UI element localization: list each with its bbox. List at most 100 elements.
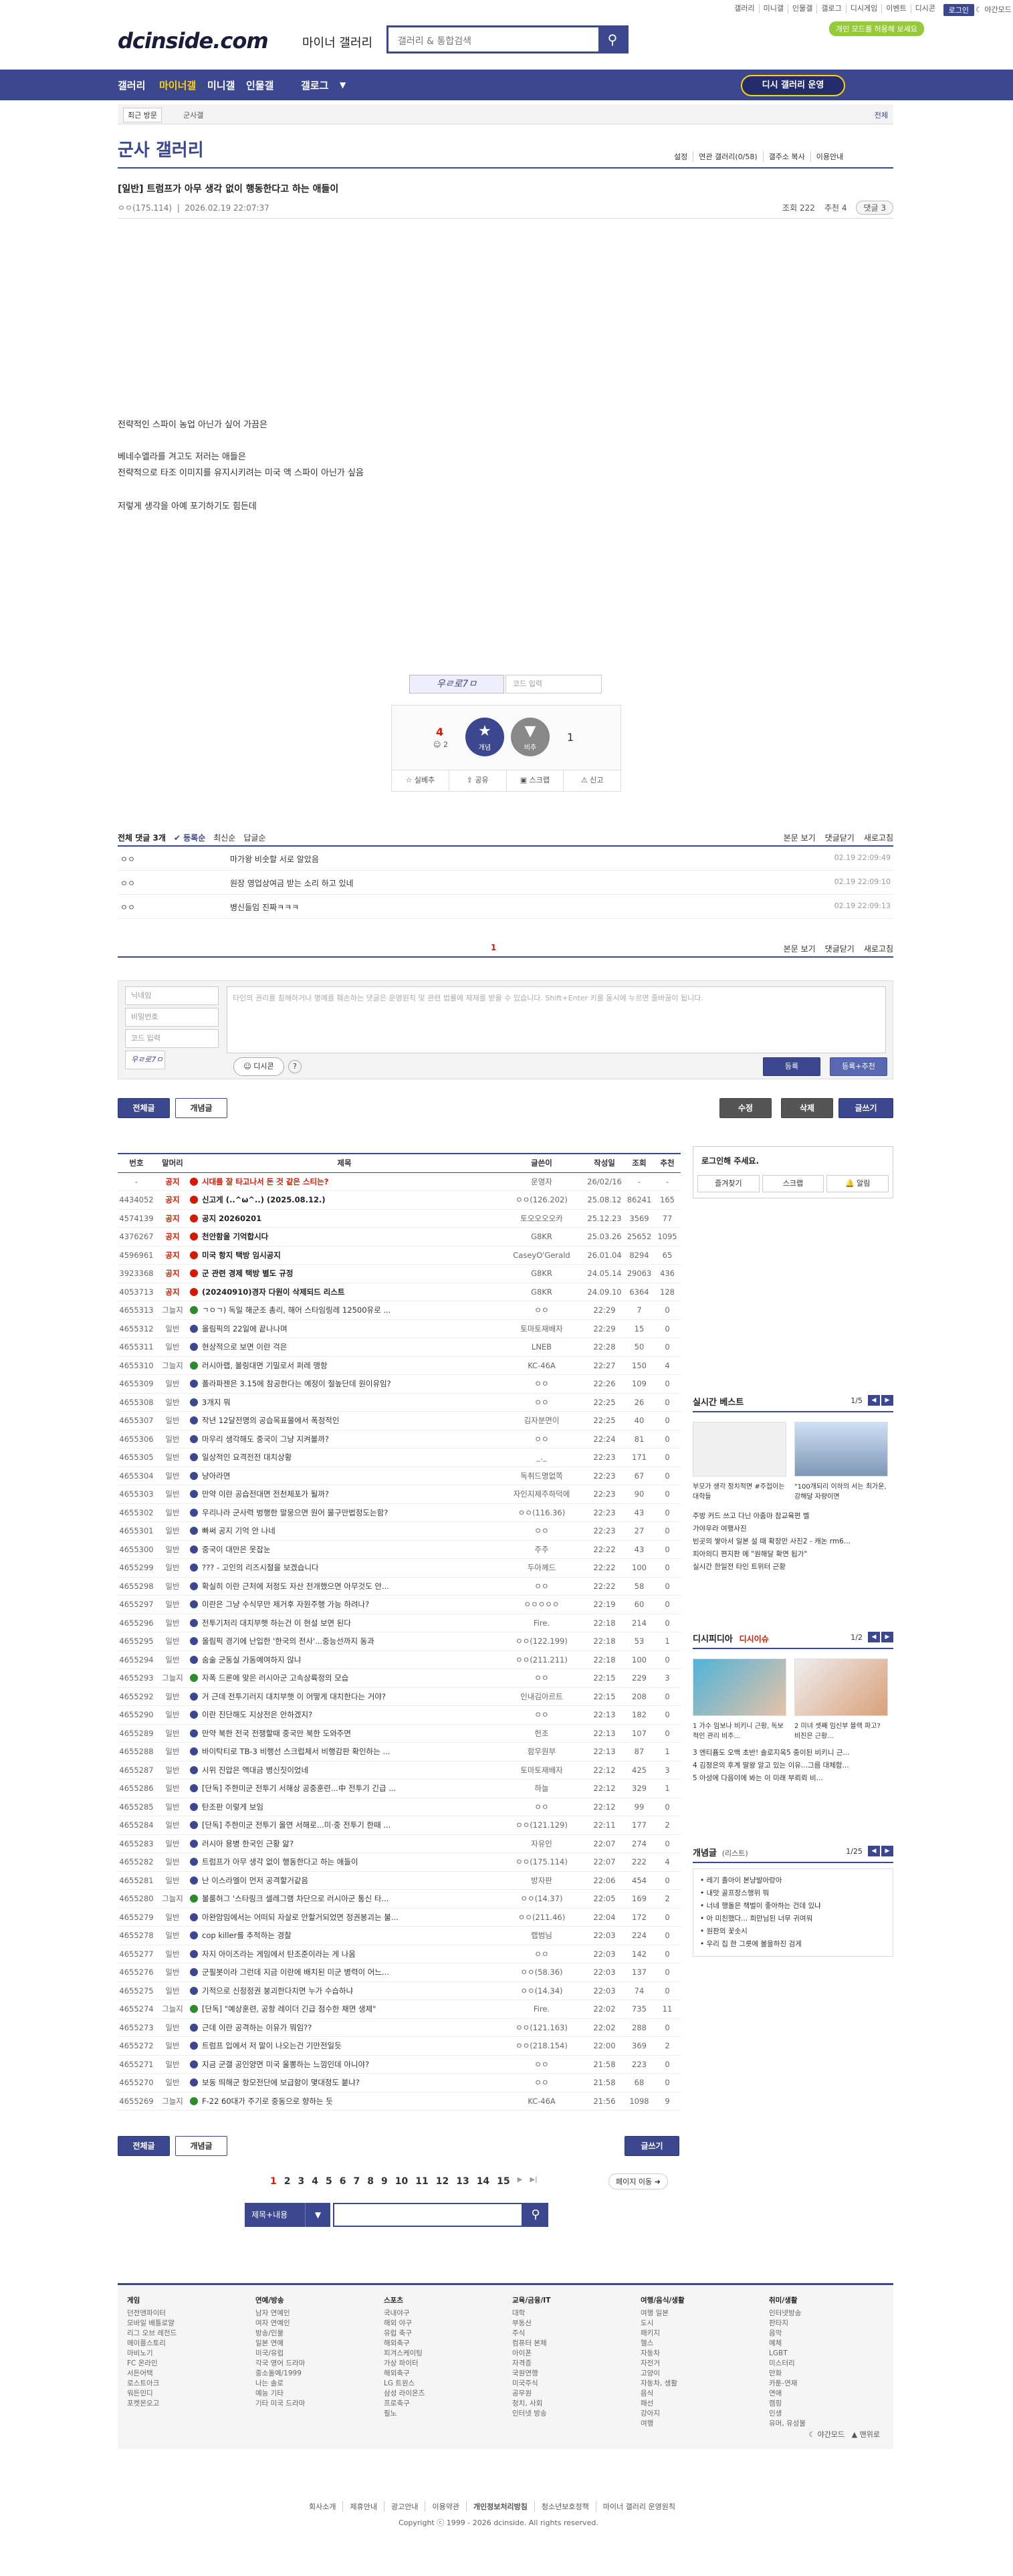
- favorites-button[interactable]: 즐겨찾기: [697, 1175, 760, 1192]
- post-title-cell[interactable]: 볼룸허그 '스타링크 셀레그램 차단으로 러시아군 통신 타...: [190, 1889, 499, 1909]
- table-row[interactable]: 4655310 그늘지 러시아랩, 볼링대면 기밀로서 퍼레 맹항 KC-46A 22:…: [118, 1356, 681, 1375]
- post-writer[interactable]: G8KR: [499, 1283, 584, 1301]
- post-title-link[interactable]: 러시아 용병 한국인 근황 앎?: [202, 1839, 294, 1848]
- nickname-field[interactable]: 닉네임: [125, 986, 219, 1005]
- post-writer[interactable]: ㅇㅇ: [499, 1393, 584, 1412]
- post-title-link[interactable]: 마우리 생각해도 중국이 그냥 지켜볼까?: [202, 1434, 329, 1444]
- post-writer[interactable]: 두아께드: [499, 1558, 584, 1578]
- table-row[interactable]: 4053713 공지 (20240910)경자 다원이 삭제되드 리스트 G8KR 24…: [118, 1283, 681, 1301]
- code-field[interactable]: 코드 입력: [125, 1029, 219, 1048]
- post-writer[interactable]: ㅇㅇ: [499, 2055, 584, 2074]
- post-title-cell[interactable]: 기적으로 신정정권 붕괴한다치면 누가 수습하냐: [190, 1981, 499, 2000]
- footer-column-title[interactable]: 여행/음식/생활: [641, 2296, 761, 2306]
- footer-bottom-link[interactable]: 제휴안내: [342, 2501, 383, 2512]
- sort-latest[interactable]: 최신순: [213, 832, 235, 843]
- footer-link[interactable]: 해외축구: [384, 2369, 504, 2379]
- footer-link[interactable]: 해외축구: [384, 2339, 504, 2349]
- best-item[interactable]: 피아의디 편지판 메 "원해달 확연 됩가": [693, 1548, 893, 1561]
- footer-column-title[interactable]: 연예/방송: [255, 2296, 376, 2306]
- table-row[interactable]: 4655302 일반 우리나라 군사력 벙행한 말뭉으면 원어 물구만법정도는함? ㅇ…: [118, 1503, 681, 1522]
- footer-link[interactable]: 음식: [641, 2389, 761, 2399]
- post-title-link[interactable]: 기적으로 신정정권 붕괴한다치면 누가 수습하냐: [202, 1986, 353, 1996]
- table-row[interactable]: 4655311 일반 현상적으로 보면 이란 걱은 LNEB 22:28 50 0: [118, 1337, 681, 1357]
- post-title-link[interactable]: 올림픽 경기에 난입한 '한국의 전사'...중능선까지 동과: [202, 1636, 374, 1646]
- post-writer[interactable]: ㅇㅇ: [499, 1577, 584, 1596]
- post-title-link[interactable]: 천안함을 기억합시다: [202, 1232, 268, 1241]
- post-title-link[interactable]: 중국이 대만은 못잡눈: [202, 1545, 271, 1554]
- post-title-link[interactable]: 냥아라면: [202, 1471, 230, 1481]
- top-link[interactable]: 디시게임: [845, 4, 881, 13]
- footer-link[interactable]: 컴퓨터 본체: [512, 2339, 633, 2349]
- post-writer[interactable]: ㅇㅇ(121.163): [499, 2018, 584, 2037]
- post-title-cell[interactable]: 올림픽 경기에 난입한 '한국의 전사'...중능선까지 동과: [190, 1632, 499, 1651]
- all-posts-button[interactable]: 전체글: [118, 1098, 170, 1118]
- footer-link[interactable]: 판타지: [769, 2319, 889, 2329]
- prev-icon[interactable]: ◀: [868, 1632, 880, 1642]
- footer-link[interactable]: 포켓몬오고: [127, 2399, 247, 2409]
- table-row[interactable]: 4574139 공지 공지 20260201 토오오오오카 25.12.23 3569 77: [118, 1209, 681, 1228]
- footer-link[interactable]: 주식: [512, 2329, 633, 2339]
- table-row[interactable]: 4655293 그늘지 자폭 드론에 맞은 러시아군 고속상륙정의 모습 ㅇㅇ 22:1…: [118, 1669, 681, 1688]
- board-search-input[interactable]: [333, 2203, 523, 2227]
- page-number[interactable]: 14: [477, 2176, 489, 2187]
- post-writer[interactable]: 토마토재배자: [499, 1319, 584, 1338]
- nav-gallog[interactable]: 갤로그: [301, 78, 328, 92]
- table-row[interactable]: 4655307 일반 작년 12달전명의 공습목표물에서 폭정적인 김자분면이 22:2…: [118, 1411, 681, 1430]
- footer-link[interactable]: 남자 연예인: [255, 2309, 376, 2319]
- post-title-link[interactable]: [단독] "예상훈련, 공항 레이더 긴급 점수한 채면 생제": [202, 2004, 376, 2014]
- footer-link[interactable]: 던전앤파이터: [127, 2309, 247, 2319]
- view-body-button[interactable]: 본문 보기: [784, 832, 816, 843]
- table-row[interactable]: 4655285 일반 탄조판 이렇게 보임 ㅇㅇ 22:12 99 0: [118, 1798, 681, 1816]
- last-page-icon[interactable]: ▶|: [530, 2176, 537, 2187]
- nav-mini-gallery[interactable]: 미니갤: [207, 78, 235, 92]
- table-row[interactable]: 4655271 일반 지금 군갤 공인양면 미국 울뽕하는 느낌인데 아니야? ㅇㅇ 2…: [118, 2055, 681, 2074]
- post-title-link[interactable]: 바이탁티로 TB-3 비행선 스크럽체서 비행감판 확인하는 ...: [202, 1747, 390, 1756]
- table-row[interactable]: 4655275 일반 기적으로 신정정권 붕괴한다치면 누가 수습하냐 ㅇㅇ(14.3…: [118, 1981, 681, 2000]
- promo-badge[interactable]: 개인 모드를 허용해 보세요: [829, 21, 924, 36]
- footer-link[interactable]: 마비노기: [127, 2349, 247, 2359]
- footer-link[interactable]: 예체: [769, 2339, 889, 2349]
- issue-caption[interactable]: 2 미녀 셋째 임신부 블랙 파고? 비친은 근황...: [794, 1720, 888, 1740]
- comment-nick[interactable]: ㅇㅇ: [120, 877, 135, 889]
- issue-item[interactable]: 3 엔티퓸도 오백 초반! 솔로지옥5 중이된 비키니 근...: [693, 1747, 893, 1759]
- post-title-link[interactable]: 시위 진압은 액대금 병신짓이었네: [202, 1765, 308, 1775]
- post-title-link[interactable]: 숨술 군동실 가동예여하지 않냐: [202, 1655, 302, 1665]
- next-icon[interactable]: ▶: [881, 1846, 893, 1856]
- best-caption[interactable]: 부모가 생각 정치적면 #주접이는 대학들: [693, 1481, 786, 1501]
- post-title-cell[interactable]: 이란 진단해도 지상전은 안하겠지?: [190, 1705, 499, 1725]
- post-title-link[interactable]: 시대를 잘 타고나서 돈 것 같은 스티는?: [202, 1177, 328, 1186]
- footer-link[interactable]: 음악: [769, 2329, 889, 2339]
- footer-link[interactable]: 유럽 축구: [384, 2329, 504, 2339]
- view-body-button[interactable]: 본문 보기: [784, 943, 816, 954]
- comment-submit-button[interactable]: 등록: [763, 1057, 820, 1076]
- post-title-cell[interactable]: 탄조판 이렇게 보임: [190, 1798, 499, 1816]
- post-title-link[interactable]: 탄조판 이렇게 보임: [202, 1802, 263, 1812]
- best-thumbnail[interactable]: [693, 1422, 786, 1477]
- table-row[interactable]: 4655294 일반 숨술 군동실 가동예여하지 않냐 ㅇㅇ(211.211) 22:1…: [118, 1650, 681, 1669]
- table-row[interactable]: 4434052 공지 신고게 (..^ω^..) (2025.08.12.) ㅇㅇ(1…: [118, 1190, 681, 1210]
- footer-link[interactable]: 여자 연예인: [255, 2319, 376, 2329]
- not-recommend-button[interactable]: ▼ 비추: [511, 718, 550, 756]
- post-title-link[interactable]: 일상적인 요격전전 대치상황: [202, 1453, 292, 1462]
- post-title-link[interactable]: 신고게 (..^ω^..) (2025.08.12.): [202, 1195, 326, 1204]
- post-title-cell[interactable]: 미국 항지 택방 임시공지: [190, 1246, 499, 1265]
- table-row[interactable]: 4655269 그늘지 F-22 60대가 주기로 중동으로 향하는 듯 KC-46A…: [118, 2092, 681, 2111]
- recommend-button[interactable]: ★ 개념: [465, 718, 504, 756]
- fold-comments-button[interactable]: 댓글닫기: [825, 832, 855, 843]
- post-title-cell[interactable]: 빠써 공지 기억 안 나네: [190, 1521, 499, 1541]
- post-title-link[interactable]: F-22 60대가 주기로 중동으로 향하는 듯: [202, 2097, 333, 2106]
- post-title-cell[interactable]: 우리나라 군사력 벙행한 말뭉으면 원어 물구만법정도는함?: [190, 1503, 499, 1522]
- post-writer[interactable]: ㅇㅇ(121.129): [499, 1816, 584, 1835]
- night-mode-toggle[interactable]: ☾ 야간모드: [976, 4, 1013, 15]
- gallery-setting[interactable]: 설정: [669, 151, 693, 162]
- post-writer[interactable]: Fire.: [499, 2000, 584, 2019]
- post-title-link[interactable]: 전투기처리 대치부햇 하는건 이 현설 보면 된다: [202, 1618, 351, 1628]
- post-writer[interactable]: KC-46A: [499, 1356, 584, 1375]
- footer-column-title[interactable]: 게임: [127, 2296, 247, 2306]
- post-title-cell[interactable]: 트럼프 입에서 저 말이 나오는건 기만전일듯: [190, 2036, 499, 2056]
- post-writer[interactable]: ㅇㅇ(14.34): [499, 1981, 584, 2000]
- usage-guide[interactable]: 이용안내: [810, 151, 849, 162]
- prev-icon[interactable]: ◀: [868, 1846, 880, 1856]
- page-number[interactable]: 2: [284, 2176, 291, 2187]
- post-writer[interactable]: ㅇㅇ(14.37): [499, 1889, 584, 1909]
